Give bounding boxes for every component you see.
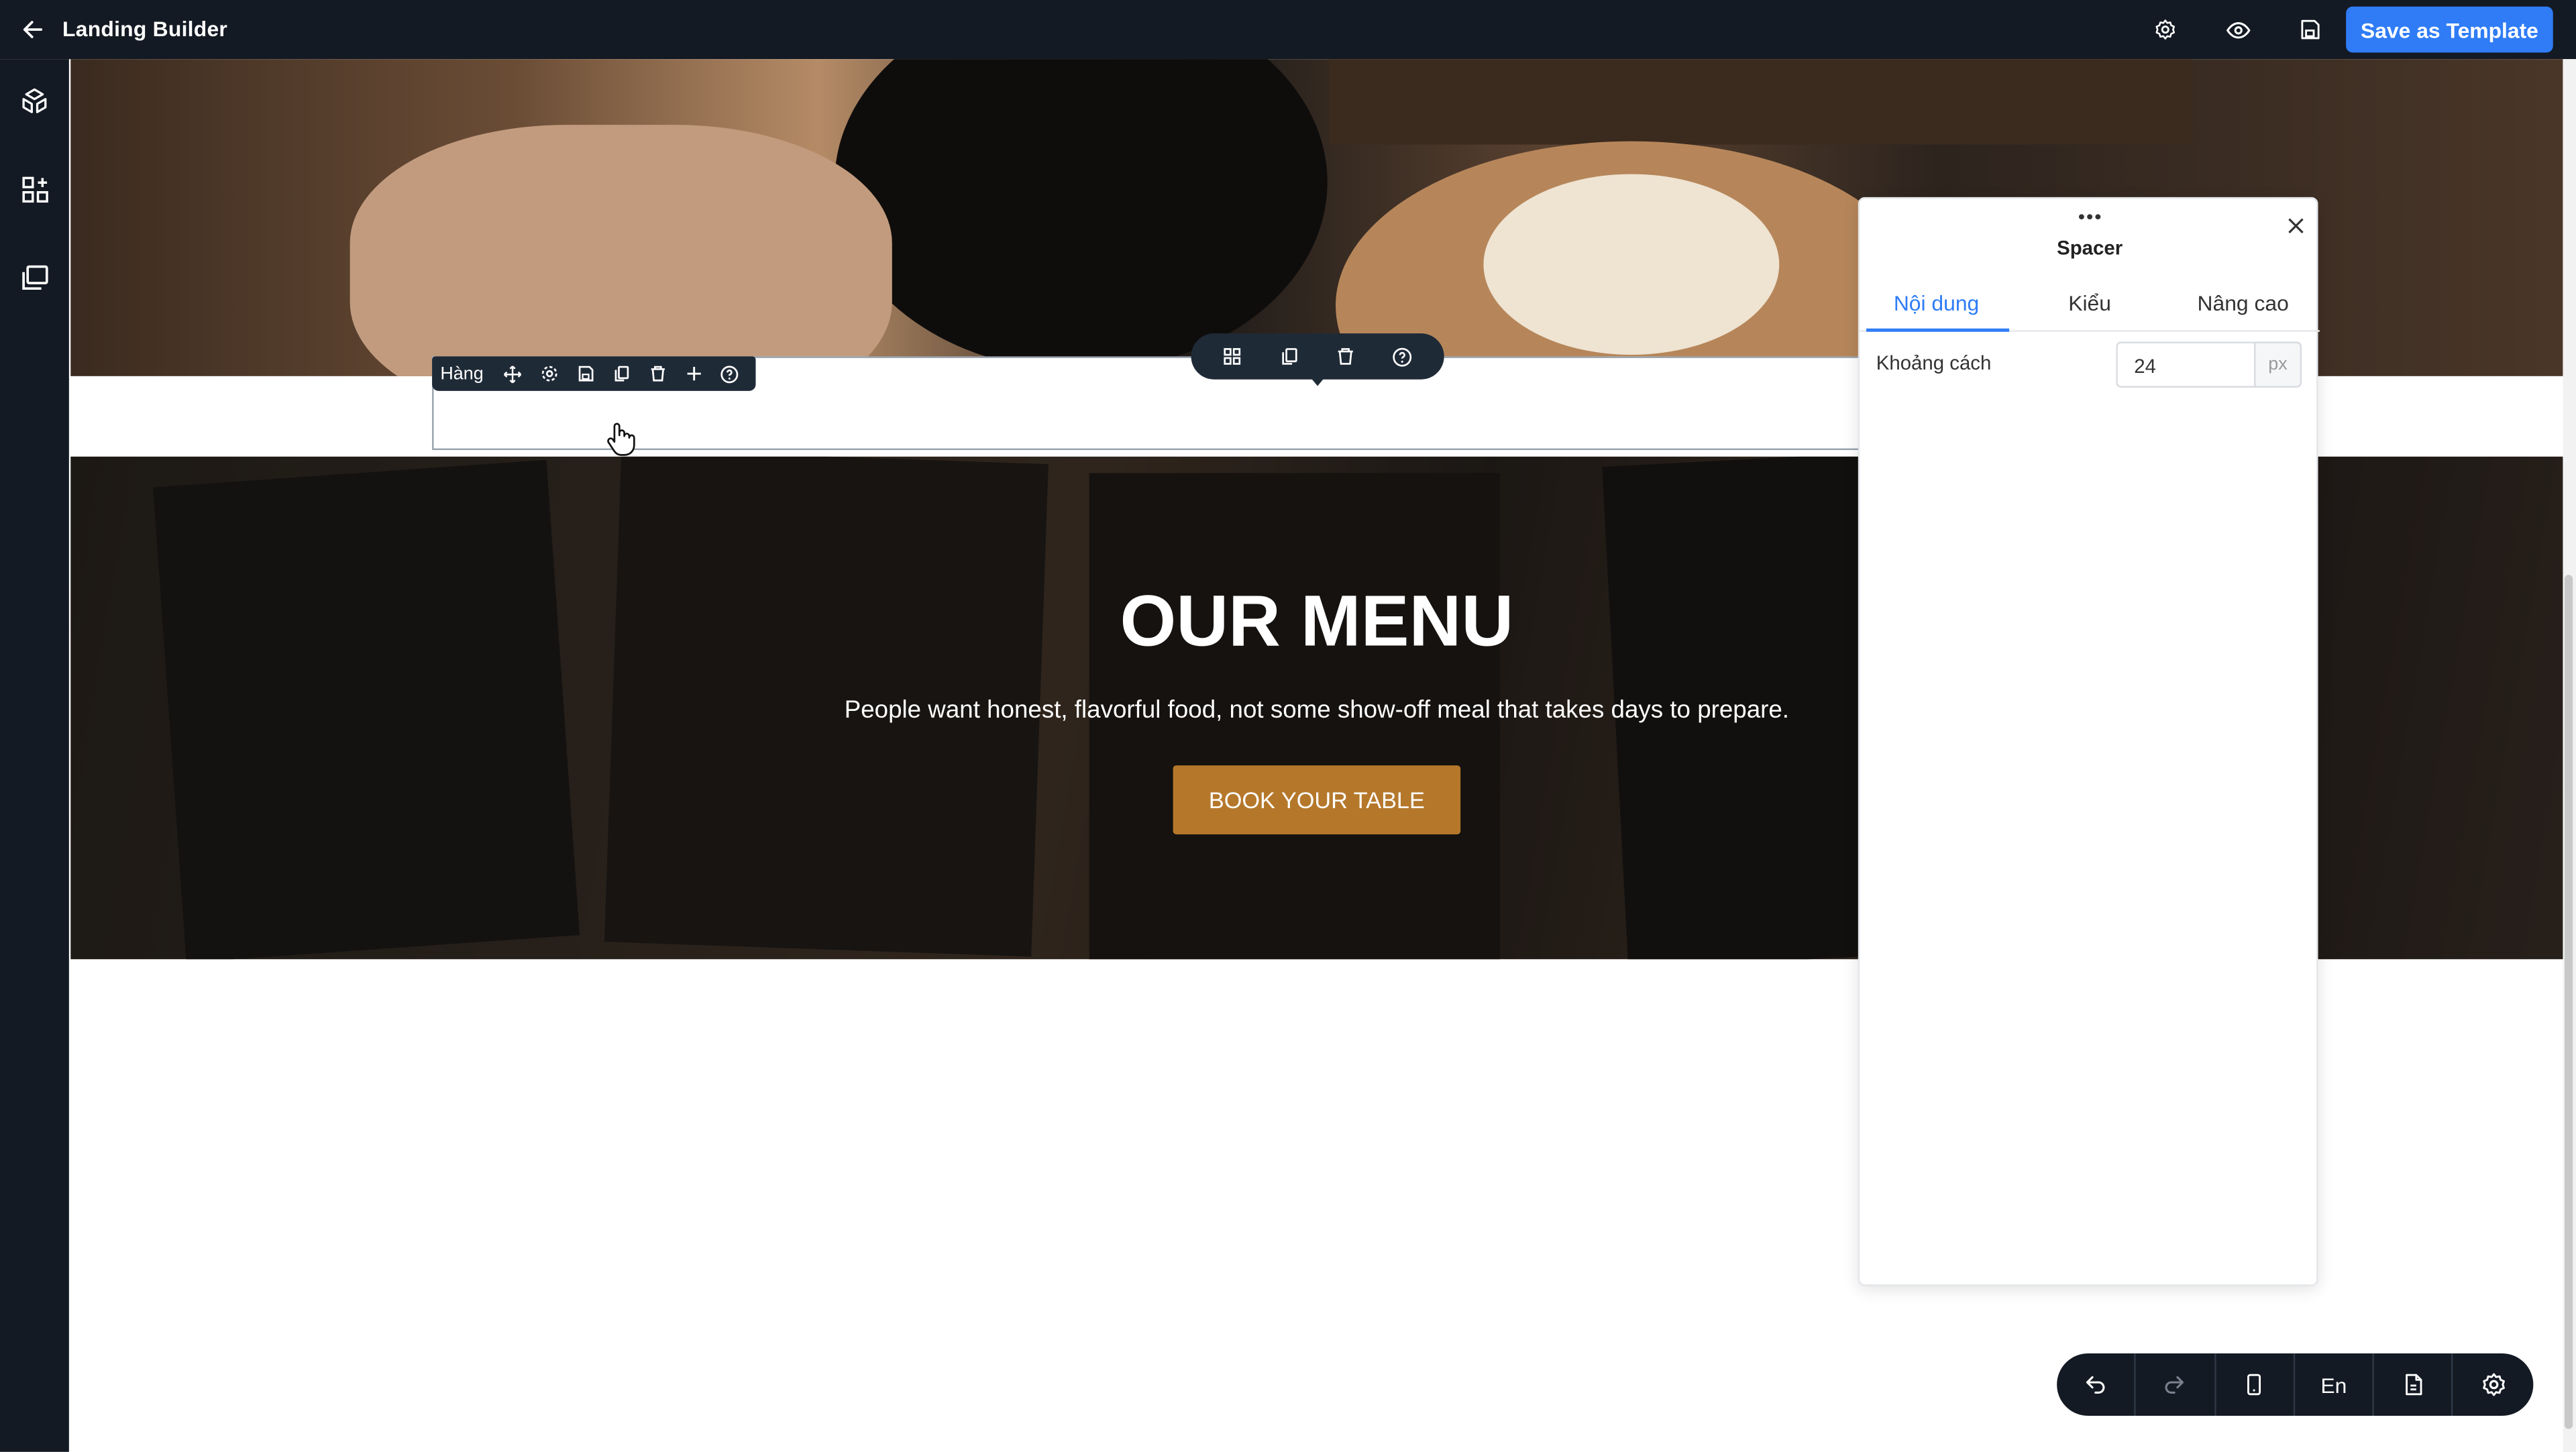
settings-icon[interactable] bbox=[531, 356, 567, 390]
tab-advanced[interactable]: Nâng cao bbox=[2166, 278, 2320, 330]
delete-icon[interactable] bbox=[639, 356, 676, 390]
back-arrow-icon[interactable] bbox=[0, 0, 66, 59]
panel-tabs: Nội dung Kiểu Nâng cao bbox=[1860, 278, 2320, 332]
settings-gear-icon[interactable] bbox=[2149, 13, 2182, 46]
pages-icon[interactable] bbox=[16, 260, 52, 296]
add-icon[interactable] bbox=[676, 356, 712, 390]
add-widgets-icon[interactable] bbox=[16, 171, 52, 207]
preview-eye-icon[interactable] bbox=[2221, 13, 2254, 46]
delete-icon[interactable] bbox=[1326, 337, 1366, 376]
tab-content[interactable]: Nội dung bbox=[1860, 278, 2013, 332]
help-icon[interactable] bbox=[711, 356, 747, 390]
help-icon[interactable] bbox=[1383, 337, 1422, 376]
save-as-template-button[interactable]: Save as Template bbox=[2346, 6, 2553, 53]
undo-icon[interactable] bbox=[2057, 1353, 2137, 1416]
duplicate-icon[interactable] bbox=[1269, 337, 1309, 376]
mobile-view-icon[interactable] bbox=[2216, 1353, 2295, 1416]
element-toolbar bbox=[1191, 333, 1444, 380]
bottom-toolbar: En bbox=[2057, 1353, 2534, 1416]
page-icon[interactable] bbox=[2374, 1353, 2454, 1416]
spacing-input[interactable]: 24 bbox=[2116, 341, 2255, 388]
save-icon[interactable] bbox=[567, 356, 603, 390]
app-root: Landing Builder Save as Template OUR MEN… bbox=[0, 0, 2576, 1452]
grid-icon[interactable] bbox=[1213, 337, 1252, 376]
hand-cursor-icon bbox=[604, 421, 637, 457]
drag-handle-icon[interactable] bbox=[2065, 205, 2114, 228]
move-icon[interactable] bbox=[494, 356, 531, 390]
left-sidebar bbox=[0, 59, 69, 1452]
spacer-properties-panel: Spacer Nội dung Kiểu Nâng cao Khoảng các… bbox=[1858, 197, 2320, 1286]
settings-icon[interactable] bbox=[2454, 1353, 2533, 1416]
tab-style[interactable]: Kiểu bbox=[2013, 278, 2167, 330]
spacing-unit[interactable]: px bbox=[2254, 341, 2302, 388]
duplicate-icon[interactable] bbox=[603, 356, 639, 390]
toolbar-caret bbox=[1309, 376, 1326, 386]
layers-icon[interactable] bbox=[16, 84, 52, 120]
redo-icon[interactable] bbox=[2136, 1353, 2216, 1416]
book-table-button[interactable]: BOOK YOUR TABLE bbox=[1173, 765, 1461, 835]
top-bar: Landing Builder Save as Template bbox=[0, 0, 2576, 60]
save-disk-icon[interactable] bbox=[2294, 13, 2326, 46]
row-toolbar: Hàng bbox=[432, 356, 756, 391]
language-button[interactable]: En bbox=[2295, 1353, 2375, 1416]
scrollbar-thumb[interactable] bbox=[2564, 575, 2573, 1429]
app-title: Landing Builder bbox=[62, 16, 228, 42]
row-label: Hàng bbox=[440, 364, 484, 384]
spacing-label: Khoảng cách bbox=[1876, 351, 1992, 375]
panel-title: Spacer bbox=[2057, 236, 2123, 260]
close-icon[interactable] bbox=[2280, 210, 2310, 239]
